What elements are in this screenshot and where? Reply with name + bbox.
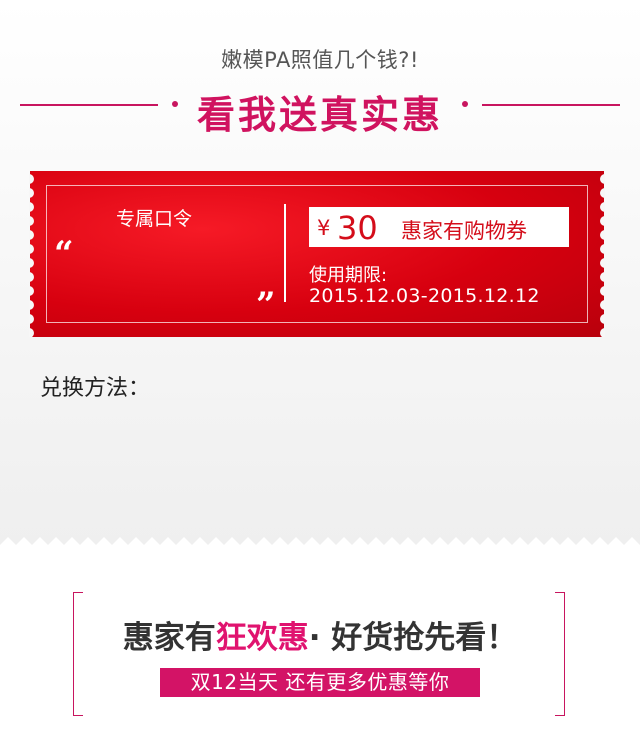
page-headline: 看我送真实惠 bbox=[196, 93, 443, 137]
scallop-notch bbox=[600, 230, 605, 240]
promo-title: 惠家有狂欢惠· 好货抢先看！ bbox=[0, 612, 640, 657]
scallop-notch bbox=[29, 230, 34, 240]
validity-label: 使用期限: bbox=[309, 265, 388, 286]
promo-corner-tr bbox=[555, 592, 565, 593]
scallop-notch bbox=[600, 328, 605, 337]
currency-symbol: ¥ bbox=[317, 216, 331, 240]
scallop-notch bbox=[600, 258, 605, 268]
scallop-notch bbox=[29, 286, 34, 296]
coupon-divider bbox=[284, 204, 286, 302]
scallop-notch bbox=[29, 300, 34, 310]
coupon-amount: 30 bbox=[337, 209, 378, 247]
coupon-name: 惠家有购物券 bbox=[401, 219, 527, 243]
scallop-notch bbox=[29, 314, 34, 324]
scallop-notch bbox=[29, 202, 34, 212]
scallop-notch bbox=[29, 174, 34, 184]
scallop-notch bbox=[600, 244, 605, 254]
open-quote-icon: “ bbox=[54, 234, 74, 274]
coupon-value-box: ¥ 30 惠家有购物券 bbox=[309, 207, 569, 247]
scallop-notch bbox=[29, 328, 34, 337]
promo-corner-bl bbox=[73, 715, 83, 716]
redeem-method-label: 兑换方法： bbox=[40, 376, 151, 401]
promo-banner[interactable]: 双12当天 还有更多优惠等你 bbox=[160, 668, 480, 697]
promo-title-prefix: 惠家有 bbox=[122, 620, 216, 656]
coupon-scallop-left bbox=[29, 174, 34, 337]
scallop-notch bbox=[600, 286, 605, 296]
header-line-right bbox=[482, 104, 620, 106]
scallop-notch bbox=[29, 244, 34, 254]
validity-dates: 2015.12.03-2015.12.12 bbox=[309, 285, 540, 307]
scallop-notch bbox=[29, 188, 34, 198]
coupon-code-label: 专属口令 bbox=[116, 208, 193, 230]
scallop-notch bbox=[600, 272, 605, 282]
promo-corner-br bbox=[555, 715, 565, 716]
scallop-notch bbox=[600, 216, 605, 226]
coupon-scallop-right bbox=[600, 174, 605, 337]
scallop-notch bbox=[600, 174, 605, 184]
scallop-notch bbox=[600, 300, 605, 310]
scallop-notch bbox=[600, 202, 605, 212]
zigzag-divider bbox=[0, 537, 640, 553]
coupon-card[interactable]: 专属口令 “ ” ¥ 30 惠家有购物券 使用期限: 2015.12.03-20… bbox=[29, 171, 605, 337]
header-dot-right bbox=[462, 101, 468, 107]
promo-title-highlight: 狂欢惠 bbox=[215, 620, 309, 656]
scallop-notch bbox=[600, 314, 605, 324]
promo-title-suffix: · 好货抢先看！ bbox=[308, 620, 518, 656]
page-subtitle: 嫩模PA照值几个钱?! bbox=[221, 48, 419, 72]
scallop-notch bbox=[29, 272, 34, 282]
scallop-notch bbox=[29, 258, 34, 268]
scallop-notch bbox=[600, 188, 605, 198]
scallop-notch bbox=[29, 216, 34, 226]
close-quote-icon: ” bbox=[256, 285, 276, 325]
promo-corner-tl bbox=[73, 592, 83, 593]
